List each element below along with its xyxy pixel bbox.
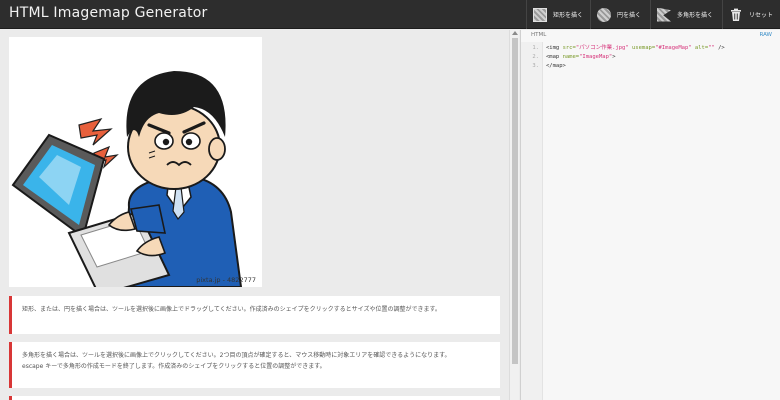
line-number: 3. xyxy=(532,63,539,69)
illustration-stressed-office-worker xyxy=(11,71,243,287)
draw-circle-label: 円を描く xyxy=(617,12,642,19)
code-header: HTML RAW xyxy=(521,30,780,39)
code-line: 1. <img src="パソコン作業.jpg" usemap="#ImageM… xyxy=(521,44,779,53)
trash-icon xyxy=(731,8,741,21)
reset-label: リセット xyxy=(749,12,774,19)
help-box-rect-circle: 矩形、または、円を描く場合は、ツールを選択後に画像上でドラッグしてください。作成… xyxy=(9,296,500,334)
left-pane-scrollbar[interactable] xyxy=(509,30,519,400)
code-language-label: HTML xyxy=(531,31,547,38)
scroll-up-arrow-icon[interactable] xyxy=(512,31,518,35)
app-title: HTML Imagemap Generator xyxy=(9,5,208,21)
image-watermark: pixta.jp - 4822777 xyxy=(196,276,256,284)
draw-rect-button[interactable]: 矩形を描く xyxy=(526,0,590,29)
reset-button[interactable]: リセット xyxy=(722,0,780,29)
code-output-pane: HTML RAW 1. <img src="パソコン作業.jpg" usemap… xyxy=(520,30,780,400)
polygon-icon xyxy=(657,7,671,22)
help-box-extra xyxy=(9,396,500,400)
line-number-gutter xyxy=(521,42,543,400)
image-editor-pane: pixta.jp - 4822777 矩形、または、円を描く場合は、ツールを選択… xyxy=(0,30,509,400)
help-box-polygon: 多角形を描く場合は、ツールを選択後に画像上でクリックしてください。2つ目の頂点が… xyxy=(9,342,500,388)
scroll-thumb[interactable] xyxy=(512,38,518,364)
map-image-canvas[interactable]: pixta.jp - 4822777 xyxy=(9,37,262,287)
help-text: 多角形を描く場合は、ツールを選択後に画像上でクリックしてください。2つ目の頂点が… xyxy=(22,352,451,359)
generated-html-code[interactable]: 1. <img src="パソコン作業.jpg" usemap="#ImageM… xyxy=(521,44,779,71)
circle-icon xyxy=(597,7,611,22)
help-text: escape キーで多角形の作成モードを終了します。作成済みのシェイプをクリック… xyxy=(22,363,326,370)
code-line: 2. <map name="ImageMap"> xyxy=(521,53,779,62)
code-line: 3. </map> xyxy=(521,62,779,71)
line-number: 2. xyxy=(532,54,539,60)
draw-rect-label: 矩形を描く xyxy=(553,12,584,19)
draw-polygon-label: 多角形を描く xyxy=(677,12,714,19)
line-number: 1. xyxy=(532,45,539,51)
draw-circle-button[interactable]: 円を描く xyxy=(590,0,650,29)
help-text: 矩形、または、円を描く場合は、ツールを選択後に画像上でドラッグしてください。作成… xyxy=(22,306,441,313)
rectangle-icon xyxy=(533,7,547,22)
top-bar: HTML Imagemap Generator 矩形を描く 円を描く 多角形を描… xyxy=(0,0,780,29)
draw-polygon-button[interactable]: 多角形を描く xyxy=(650,0,722,29)
raw-link[interactable]: RAW xyxy=(760,32,773,38)
